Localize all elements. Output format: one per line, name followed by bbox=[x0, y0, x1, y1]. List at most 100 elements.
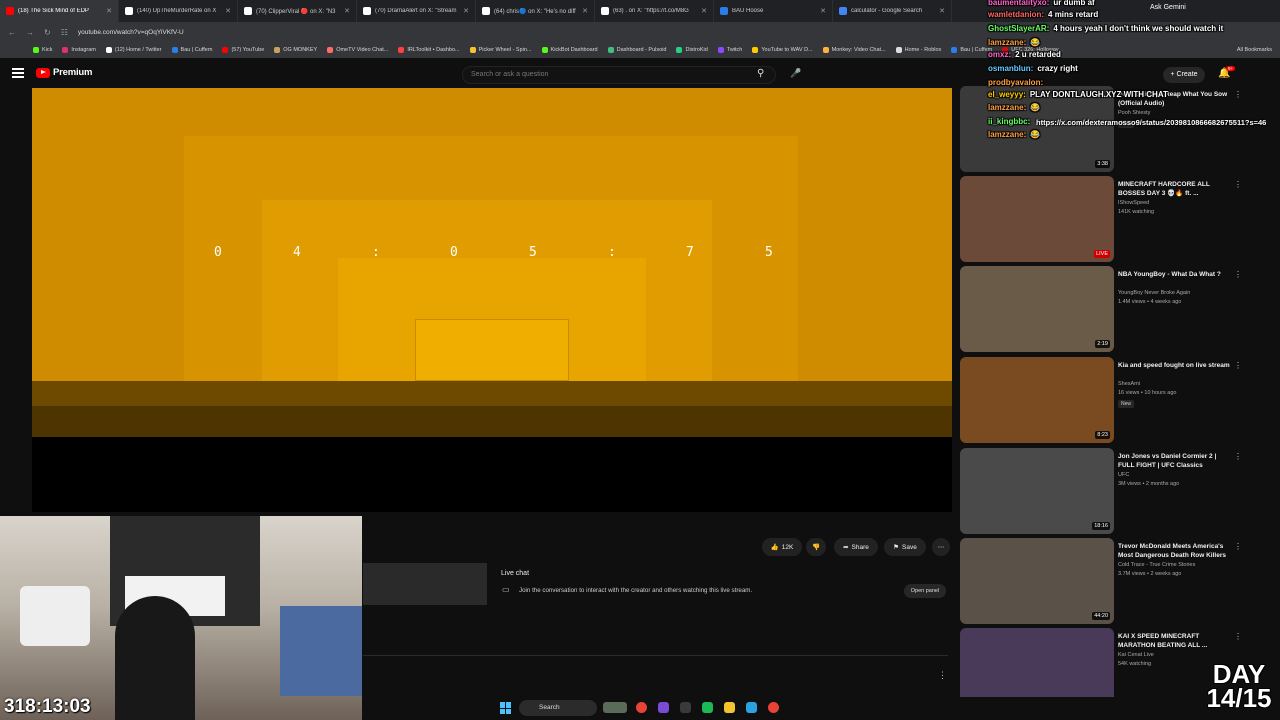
browser-tab[interactable]: (70) ClipperViral 🔴 on X: "N3 ✕ bbox=[238, 0, 357, 22]
browser-tab[interactable]: (18) The Sick Mind of EDP ✕ bbox=[0, 0, 119, 22]
bookmark-item[interactable]: Kick bbox=[28, 47, 57, 53]
channel-name[interactable]: Pooh Shiesty bbox=[1118, 110, 1150, 116]
windows-start-icon[interactable] bbox=[500, 702, 512, 714]
video-title[interactable]: NBA YoungBoy - What Da What ? bbox=[1118, 270, 1234, 279]
bookmark-item[interactable]: Twitch bbox=[713, 47, 748, 53]
more-vert-icon[interactable]: ⋮ bbox=[938, 670, 947, 681]
more-vert-icon[interactable]: ⋮ bbox=[1234, 361, 1242, 370]
video-thumbnail[interactable]: 18:16 bbox=[960, 448, 1114, 534]
bookmark-favicon-icon bbox=[607, 47, 614, 53]
bookmark-item[interactable]: Monkey: Video Chat... bbox=[818, 47, 891, 53]
telegram-icon[interactable] bbox=[746, 702, 757, 713]
bookmark-item[interactable]: Bau | Cuffem bbox=[167, 47, 218, 53]
bookmark-item[interactable]: (12) Home / Twitter bbox=[101, 47, 167, 53]
search-input[interactable]: Search or ask a question bbox=[462, 66, 776, 84]
all-bookmarks-button[interactable]: All Bookmarks bbox=[1232, 47, 1280, 53]
more-vert-icon[interactable]: ⋮ bbox=[1234, 90, 1242, 99]
video-thumbnail[interactable]: 2:19 bbox=[960, 266, 1114, 352]
more-actions-button[interactable]: ⋯ bbox=[932, 538, 950, 556]
reload-icon[interactable]: ↻ bbox=[44, 28, 51, 37]
video-thumbnail[interactable]: LIVE bbox=[960, 176, 1114, 262]
browser-tab[interactable]: calculator - Google Search ✕ bbox=[833, 0, 952, 22]
dislike-button[interactable]: 👎 bbox=[806, 538, 826, 556]
browser-tab[interactable]: (64) chris🔵 on X: "He's no diff ✕ bbox=[476, 0, 595, 22]
channel-name[interactable]: Kai Cenat Live bbox=[1118, 652, 1154, 658]
bookmark-item[interactable]: OmeTV Video Chat... bbox=[322, 47, 393, 53]
more-vert-icon[interactable]: ⋮ bbox=[1234, 270, 1242, 279]
forward-icon[interactable]: → bbox=[26, 28, 34, 37]
close-icon[interactable]: ✕ bbox=[344, 7, 350, 15]
youtube-logo[interactable]: Premium bbox=[36, 67, 92, 78]
video-title[interactable]: MINECRAFT HARDCORE ALL BOSSES DAY 3 💀🔥 f… bbox=[1118, 180, 1234, 198]
file-explorer-icon[interactable] bbox=[724, 702, 735, 713]
close-icon[interactable]: ✕ bbox=[939, 7, 945, 15]
bookmark-favicon-icon bbox=[951, 47, 958, 53]
browser-tab[interactable]: (63) . on X: "https://t.co/M8G ✕ bbox=[595, 0, 714, 22]
close-icon[interactable]: ✕ bbox=[582, 7, 588, 15]
app-icon[interactable] bbox=[680, 702, 691, 713]
bookmark-item[interactable]: Dashboard - Pulsoid bbox=[603, 47, 672, 53]
video-title[interactable]: Trevor McDonald Meets America's Most Dan… bbox=[1118, 542, 1234, 560]
widgets-icon[interactable] bbox=[603, 702, 627, 713]
app-icon[interactable] bbox=[658, 702, 669, 713]
recommended-video[interactable]: 18:16 Jon Jones vs Daniel Cormier 2 | FUL… bbox=[960, 448, 1260, 534]
video-thumbnail[interactable]: 8:23 bbox=[960, 357, 1114, 443]
close-icon[interactable]: ✕ bbox=[820, 7, 826, 15]
bookmark-item[interactable]: Home - Roblox bbox=[891, 47, 947, 53]
more-vert-icon[interactable]: ⋮ bbox=[1234, 542, 1242, 551]
channel-name[interactable]: UFC bbox=[1118, 472, 1129, 478]
duration-badge: 2:19 bbox=[1095, 340, 1110, 348]
video-title[interactable]: KAI X SPEED MINECRAFT MARATHON BEATING A… bbox=[1118, 632, 1234, 650]
chrome-icon[interactable] bbox=[768, 702, 779, 713]
site-info-icon[interactable]: ☷ bbox=[61, 28, 68, 37]
save-button[interactable]: ⚑ Save bbox=[884, 538, 926, 556]
bookmark-item[interactable]: KickBot Dashboard bbox=[537, 47, 603, 53]
video-title[interactable]: Kia and speed fought on live stream bbox=[1118, 361, 1234, 370]
chat-text: ur dumb af bbox=[1053, 0, 1095, 7]
channel-name[interactable]: YoungBoy Never Broke Again bbox=[1118, 290, 1190, 296]
bookmark-item[interactable]: IRLToolkit • Dashbo... bbox=[393, 47, 464, 53]
bookmark-item[interactable]: DistroKid bbox=[671, 47, 712, 53]
browser-tab[interactable]: BAU Hoose ✕ bbox=[714, 0, 833, 22]
close-icon[interactable]: ✕ bbox=[463, 7, 469, 15]
chat-message: el_weyyy: PLAY DONTLAUGH.XYZ WITH CHAT bbox=[988, 90, 1168, 99]
more-vert-icon[interactable]: ⋮ bbox=[1234, 632, 1242, 641]
recommended-video[interactable]: 2:19 NBA YoungBoy - What Da What ? YoungBo… bbox=[960, 266, 1260, 352]
bookmark-item[interactable]: (57) YouTube bbox=[217, 47, 269, 53]
bookmark-favicon-icon bbox=[327, 47, 334, 53]
ask-gemini-button[interactable]: Ask Gemini bbox=[1150, 4, 1186, 11]
more-vert-icon[interactable]: ⋮ bbox=[1234, 452, 1242, 461]
menu-icon[interactable] bbox=[12, 68, 24, 78]
bookmark-item[interactable]: Picker Wheel - Spin... bbox=[465, 47, 537, 53]
open-panel-button[interactable]: Open panel bbox=[904, 584, 946, 598]
taskbar-search[interactable]: Search bbox=[519, 700, 597, 716]
bookmark-item[interactable]: YouTube to WAV D... bbox=[747, 47, 817, 53]
browser-tab[interactable]: (140) UpTheMurderRate on X ✕ bbox=[119, 0, 238, 22]
more-vert-icon[interactable]: ⋮ bbox=[1234, 180, 1242, 189]
video-title[interactable]: Jon Jones vs Daniel Cormier 2 | FULL FIG… bbox=[1118, 452, 1234, 470]
bookmark-item[interactable]: Instagram bbox=[57, 47, 100, 53]
close-icon[interactable]: ✕ bbox=[106, 7, 112, 15]
close-icon[interactable]: ✕ bbox=[225, 7, 231, 15]
channel-name[interactable]: IShowSpeed bbox=[1118, 200, 1149, 206]
app-icon[interactable] bbox=[702, 702, 713, 713]
create-button[interactable]: + Create bbox=[1163, 67, 1205, 83]
share-button[interactable]: ➦ Share bbox=[834, 538, 878, 556]
microphone-icon[interactable]: 🎤 bbox=[790, 68, 801, 79]
channel-name[interactable]: Cold Trace - True Crime Stories bbox=[1118, 562, 1195, 568]
video-thumbnail[interactable]: 44:20 bbox=[960, 538, 1114, 624]
recommended-video[interactable]: LIVE MINECRAFT HARDCORE ALL BOSSES DAY 3 … bbox=[960, 176, 1260, 262]
chrome-icon[interactable] bbox=[636, 702, 647, 713]
recommended-video[interactable]: 8:23 Kia and speed fought on live stream S… bbox=[960, 357, 1260, 443]
search-icon[interactable]: ⚲ bbox=[757, 68, 764, 79]
back-icon[interactable]: ← bbox=[8, 28, 16, 37]
video-player[interactable]: 0 4 : 0 5 : 7 5 bbox=[32, 88, 952, 512]
like-button[interactable]: 👍 12K bbox=[762, 538, 802, 556]
channel-name[interactable]: ShesAmi bbox=[1118, 381, 1140, 387]
url-field[interactable]: youtube.com/watch?v=qOqYiVKfV-U bbox=[78, 29, 184, 36]
close-icon[interactable]: ✕ bbox=[701, 7, 707, 15]
bookmark-item[interactable]: OG MONKEY bbox=[269, 47, 322, 53]
bookmark-label: Home - Roblox bbox=[904, 47, 942, 53]
browser-tab[interactable]: (70) DramaAlert on X: "Stream ✕ bbox=[357, 0, 476, 22]
recommended-video[interactable]: 44:20 Trevor McDonald Meets America's Mos… bbox=[960, 538, 1260, 624]
